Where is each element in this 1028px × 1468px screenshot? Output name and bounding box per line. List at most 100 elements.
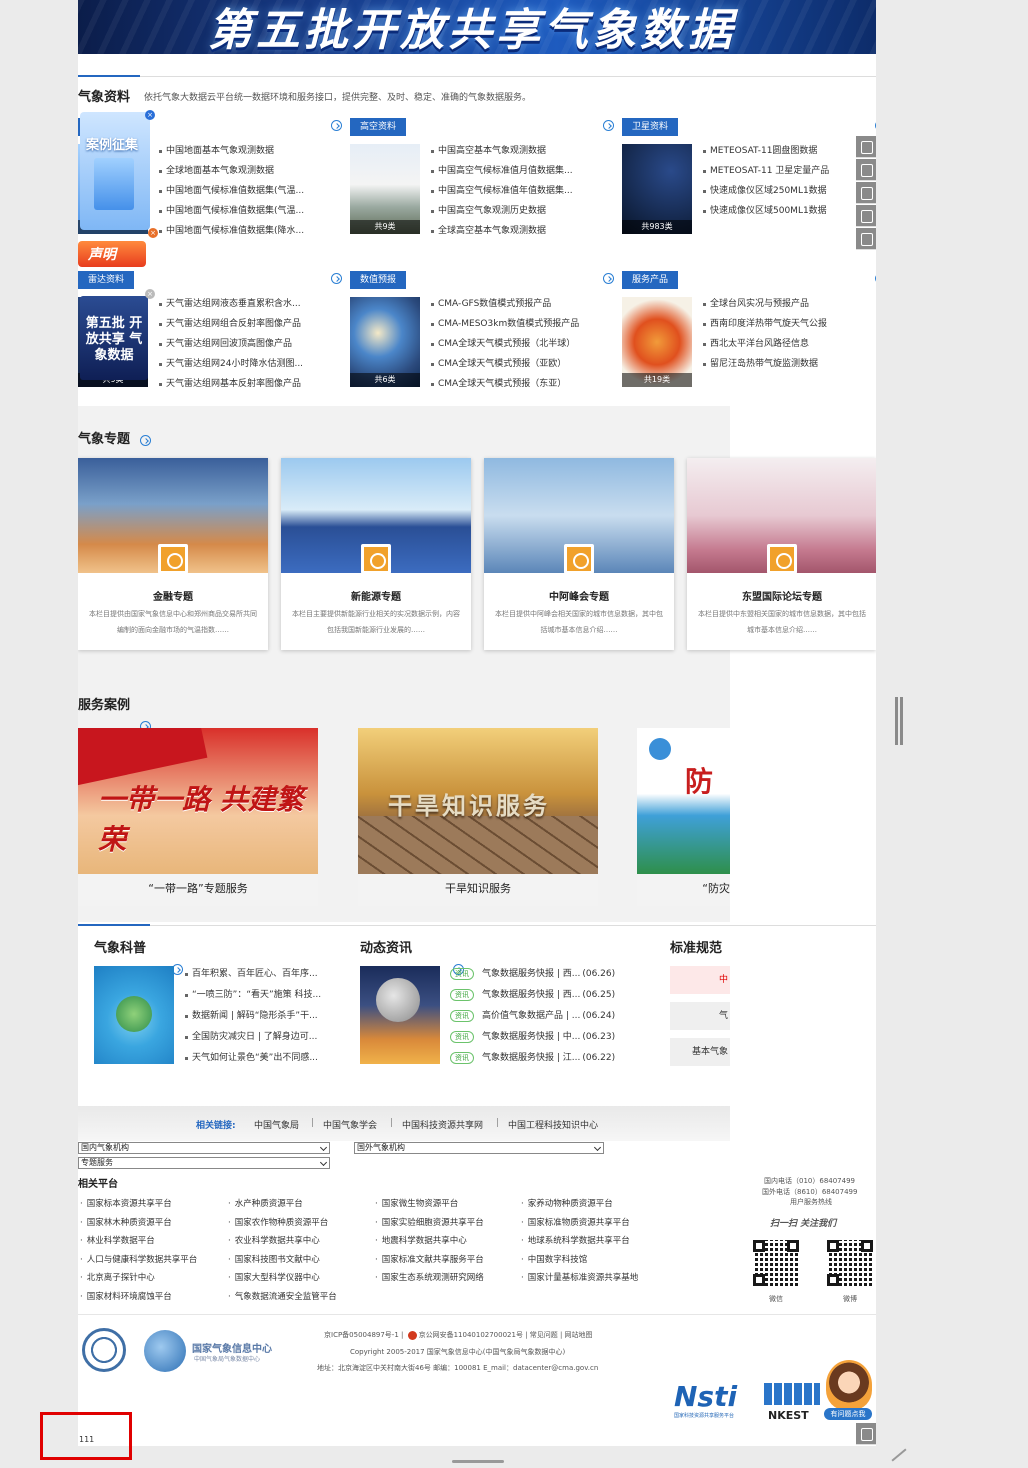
banner[interactable]: 第五批开放共享气象数据: [78, 0, 876, 54]
card-tag[interactable]: 服务产品: [622, 271, 679, 289]
platform-link[interactable]: 国家大型科学仪器中心: [228, 1271, 320, 1283]
scroll-handle-right[interactable]: [900, 697, 903, 745]
resize-grip-icon[interactable]: [891, 1448, 907, 1462]
list-item[interactable]: 资讯 高价值气象数据产品 | ... (06.24): [450, 1008, 630, 1029]
toolbar-cart-icon[interactable]: [856, 159, 876, 181]
nkest-logo[interactable]: NKEST: [768, 1409, 809, 1422]
topic-card[interactable]: 金融专题 本栏目提供由国家气象信息中心和郑州商品交易所共同编制的面向金融市场的气温…: [78, 458, 268, 650]
list-item[interactable]: CMA全球天气模式预报（亚欧）: [430, 357, 610, 377]
close-icon[interactable]: ×: [145, 110, 155, 120]
list-item[interactable]: CMA全球天气模式预报（东亚）: [430, 377, 610, 397]
platform-link[interactable]: 农业科学数据共享中心: [228, 1234, 320, 1246]
list-item[interactable]: 天气雷达组网液态垂直累积含水...: [158, 297, 338, 317]
platform-link[interactable]: 水产种质资源平台: [228, 1197, 303, 1209]
footer-link[interactable]: 中国科技资源共享网: [402, 1118, 483, 1131]
card-tag[interactable]: 高空资料: [350, 118, 407, 136]
list-item[interactable]: 西南印度洋热带气旋天气公报: [702, 317, 876, 337]
wechat-qr[interactable]: [753, 1240, 799, 1286]
batch5-float[interactable]: 第五批 开放共享 气象数据: [80, 296, 148, 380]
platform-link[interactable]: 林业科学数据平台: [80, 1234, 155, 1246]
platform-link[interactable]: 国家计量基标准资源共享基地: [521, 1271, 639, 1283]
list-item[interactable]: 全球高空基本气象观测数据: [430, 224, 610, 244]
case-card[interactable]: 防 “防灾: [637, 728, 730, 906]
standard-item[interactable]: 基本气象: [670, 1038, 730, 1066]
list-item[interactable]: 中国地面基本气象观测数据: [158, 144, 338, 164]
platform-link[interactable]: 国家标准文献共享服务平台: [375, 1253, 484, 1265]
platform-link[interactable]: 人口与健康科学数据共享平台: [80, 1253, 198, 1265]
list-item[interactable]: 西北太平洋台风路径信息: [702, 337, 876, 357]
list-item[interactable]: 百年积累、百年匠心、百年序...: [184, 966, 334, 987]
topic-card[interactable]: 东盟国际论坛专题 本栏目提供中东盟相关国家的城市信息数据，其中包括城市基本信息介绍…: [687, 458, 876, 650]
weibo-qr[interactable]: [827, 1240, 873, 1286]
platform-link[interactable]: 国家标准物质资源共享平台: [521, 1216, 630, 1228]
more-icon[interactable]: [603, 273, 614, 284]
list-item[interactable]: 中国高空气象观测历史数据: [430, 204, 610, 224]
card-tag[interactable]: 卫星资料: [622, 118, 679, 136]
case-card[interactable]: 干旱知识服务 干旱知识服务: [358, 728, 598, 906]
nsti-logo[interactable]: Nsti: [674, 1380, 737, 1413]
platform-link[interactable]: 中国数字科技馆: [521, 1253, 588, 1265]
list-item[interactable]: CMA-GFS数值模式预报产品: [430, 297, 610, 317]
list-item[interactable]: METEOSAT-11圆盘图数据: [702, 144, 876, 164]
toolbar-service-icon[interactable]: [856, 228, 876, 250]
platform-link[interactable]: 气象数据流通安全监管平台: [228, 1290, 337, 1302]
list-item[interactable]: 中国地面气候标准值数据集(降水...: [158, 224, 338, 244]
helper-avatar[interactable]: [826, 1360, 872, 1410]
footer-link[interactable]: 中国气象学会: [323, 1118, 377, 1131]
helper-button[interactable]: 有问题点我: [824, 1408, 872, 1420]
topic-card[interactable]: 中阿峰会专题 本栏目提供中阿峰会相关国家的城市信息数据，其中包括城市基本信息介绍……: [484, 458, 674, 650]
platform-link[interactable]: 国家微生物资源平台: [375, 1197, 459, 1209]
close-icon[interactable]: ×: [145, 289, 155, 299]
list-item[interactable]: 全国防灾减灾日 | 了解身边可...: [184, 1029, 334, 1050]
list-item[interactable]: 留尼汪岛热带气旋监测数据: [702, 357, 876, 377]
list-item[interactable]: 天气雷达组网基本反射率图像产品: [158, 377, 338, 397]
list-item[interactable]: 资讯 气象数据服务快报 | 西... (06.25): [450, 987, 630, 1008]
platform-link[interactable]: 地球系统科学数据共享平台: [521, 1234, 630, 1246]
list-item[interactable]: 全球台风实况与预报产品: [702, 297, 876, 317]
news-image[interactable]: [360, 966, 440, 1064]
topic-card[interactable]: 新能源专题 本栏目主要提供新能源行业相关的实况数据示例，内容包括我国新能源行业发展…: [281, 458, 471, 650]
card-image[interactable]: 共9类: [350, 144, 420, 234]
platform-link[interactable]: 国家林木种质资源平台: [80, 1216, 172, 1228]
footer-link[interactable]: 中国工程科技知识中心: [508, 1118, 598, 1131]
list-item[interactable]: 全球地面基本气象观测数据: [158, 164, 338, 184]
scroll-handle-left[interactable]: [895, 697, 898, 745]
topic-service-select[interactable]: 专题服务: [78, 1157, 330, 1169]
list-item[interactable]: 数据新闻 | 解码“隐形杀手”干...: [184, 1008, 334, 1029]
list-item[interactable]: 快速成像仪区域500ML1数据: [702, 204, 876, 224]
platform-link[interactable]: 地震科学数据共享中心: [375, 1234, 467, 1246]
list-item[interactable]: CMA全球天气模式预报（北半球）: [430, 337, 610, 357]
card-image[interactable]: 共19类: [622, 297, 692, 387]
list-item[interactable]: 中国高空气候标准值年值数据集...: [430, 184, 610, 204]
platform-link[interactable]: 国家实验细胞资源共享平台: [375, 1216, 484, 1228]
list-item[interactable]: 资讯 气象数据服务快报 | 江... (06.22): [450, 1050, 630, 1071]
close-icon[interactable]: ×: [148, 228, 158, 238]
toolbar-user-icon[interactable]: [856, 205, 876, 227]
science-image[interactable]: [94, 966, 174, 1064]
platform-link[interactable]: 国家材料环境腐蚀平台: [80, 1290, 172, 1302]
list-item[interactable]: 中国地面气候标准值数据集(气温...: [158, 204, 338, 224]
list-item[interactable]: 天气雷达组网24小时降水估测图...: [158, 357, 338, 377]
more-icon[interactable]: [331, 120, 342, 131]
domestic-org-select[interactable]: 国内气象机构: [78, 1142, 330, 1154]
platform-link[interactable]: 北京离子探针中心: [80, 1271, 155, 1283]
toolbar-heart-icon[interactable]: [856, 182, 876, 204]
list-item[interactable]: 天气如何让景色“美”出不同感...: [184, 1050, 334, 1071]
declare-float[interactable]: 声明: [78, 241, 146, 267]
list-item[interactable]: 天气雷达组网回波顶高图像产品: [158, 337, 338, 357]
foreign-org-select[interactable]: 国外气象机构: [354, 1142, 604, 1154]
more-icon[interactable]: [875, 120, 876, 131]
platform-link[interactable]: 国家生态系统观测研究网络: [375, 1271, 484, 1283]
card-image[interactable]: 共6类: [350, 297, 420, 387]
police-number[interactable]: 京公网安备11040102700021号 | 常见问题 | 网站地图: [419, 1331, 593, 1339]
more-icon[interactable]: [875, 273, 876, 284]
list-item[interactable]: 天气雷达组网组合反射率图像产品: [158, 317, 338, 337]
home-indicator[interactable]: [452, 1460, 504, 1463]
card-image[interactable]: 共983类: [622, 144, 692, 234]
card-tag[interactable]: 数值预报: [350, 271, 407, 289]
list-item[interactable]: 资讯 气象数据服务快报 | 西... (06.26): [450, 966, 630, 987]
more-icon[interactable]: [331, 273, 342, 284]
list-item[interactable]: 中国高空气候标准值月值数据集...: [430, 164, 610, 184]
list-item[interactable]: “一喷三防”：“看天”施策 科技...: [184, 987, 334, 1008]
list-item[interactable]: 中国地面气候标准值数据集(气温...: [158, 184, 338, 204]
